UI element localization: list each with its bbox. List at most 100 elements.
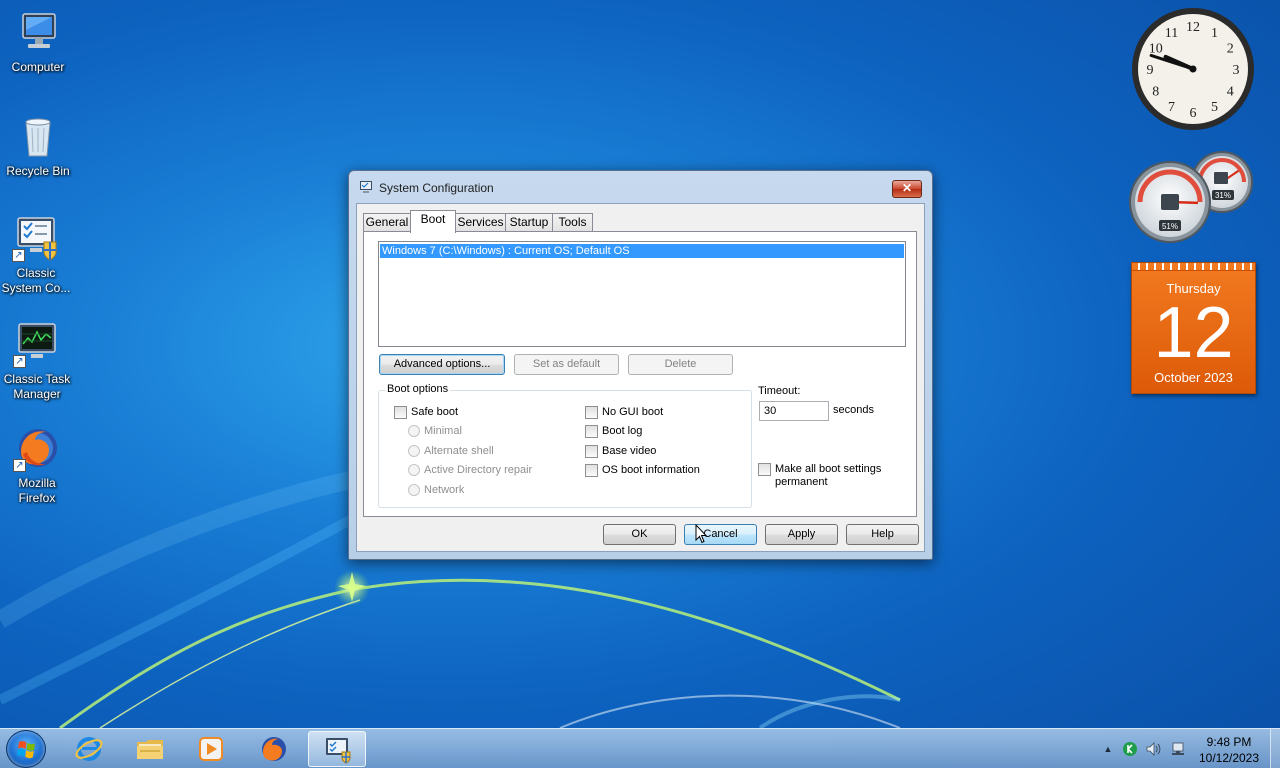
radio-dot: [408, 425, 420, 437]
taskbar-time: 9:48 PM: [1206, 735, 1252, 749]
tab-startup[interactable]: Startup: [505, 213, 553, 232]
tab-tools[interactable]: Tools: [552, 213, 593, 232]
boot-os-list[interactable]: Windows 7 (C:\Windows) : Current OS; Def…: [378, 241, 906, 347]
tab-services[interactable]: Services: [455, 213, 506, 232]
kaspersky-tray-icon[interactable]: [1122, 741, 1138, 757]
network-icon[interactable]: [1170, 741, 1186, 757]
cpu-percent-label: 51%: [1162, 222, 1178, 231]
volume-icon[interactable]: [1145, 741, 1161, 757]
desktop-icon-recycle-bin[interactable]: Recycle Bin: [0, 112, 76, 179]
dialog-titlebar[interactable]: System Configuration ✕: [349, 171, 932, 203]
desktop-icon-computer[interactable]: Computer: [0, 8, 76, 75]
tab-general[interactable]: General: [363, 213, 411, 232]
delete-button[interactable]: Delete: [628, 354, 733, 375]
firefox-icon: ↗: [13, 424, 61, 472]
help-button[interactable]: Help: [846, 524, 919, 545]
taskbar-system-configuration[interactable]: [308, 731, 366, 767]
desktop-icon-label: Classic Task Manager: [3, 372, 71, 401]
folder-icon: [137, 740, 163, 759]
timeout-label: Timeout:: [758, 385, 801, 397]
no-gui-boot-checkbox[interactable]: No GUI boot: [585, 406, 663, 419]
clock-numeral: 8: [1152, 85, 1159, 100]
network-radio[interactable]: Network: [408, 484, 464, 497]
memory-chip-icon: [1214, 172, 1228, 184]
clock-numeral: 2: [1227, 42, 1234, 57]
checkbox-box: [585, 425, 598, 438]
task-manager-icon: ↗: [13, 320, 61, 368]
ad-repair-radio[interactable]: Active Directory repair: [408, 464, 532, 477]
apply-button[interactable]: Apply: [765, 524, 838, 545]
calendar-month-year: October 2023: [1154, 370, 1233, 385]
radio-dot: [408, 464, 420, 476]
clock-numeral: 11: [1165, 26, 1178, 41]
dialog-client-area: General Boot Services Startup Tools Wind…: [356, 203, 925, 552]
boot-options-group: Boot options Safe boot Minimal Alternate…: [378, 383, 752, 508]
os-boot-information-checkbox[interactable]: OS boot information: [585, 464, 700, 477]
checkbox-box: [758, 463, 771, 476]
computer-icon: [14, 8, 62, 56]
boot-tab-panel: Windows 7 (C:\Windows) : Current OS; Def…: [363, 231, 917, 517]
taskbar-internet-explorer[interactable]: [60, 731, 118, 767]
desktop-icon-label: Classic System Co...: [1, 266, 71, 295]
radio-dot: [408, 484, 420, 496]
clock-numeral: 4: [1227, 85, 1234, 100]
desktop-icon-label: Computer: [11, 60, 65, 74]
close-button[interactable]: ✕: [892, 180, 922, 198]
system-config-title-icon: [360, 181, 372, 193]
checkbox-box: [585, 445, 598, 458]
boot-log-checkbox[interactable]: Boot log: [585, 425, 642, 438]
tab-boot[interactable]: Boot: [410, 210, 456, 233]
taskbar-clock[interactable]: 9:48 PM 10/12/2023: [1192, 734, 1266, 766]
safe-boot-checkbox[interactable]: Safe boot: [394, 406, 458, 419]
recycle-bin-icon: [14, 112, 62, 160]
desktop-icon-mozilla-firefox[interactable]: ↗ Mozilla Firefox: [0, 424, 75, 506]
shortcut-arrow-icon: ↗: [13, 459, 26, 472]
cpu-meter-gadget[interactable]: 31% 51%: [1128, 148, 1258, 244]
close-icon: ✕: [901, 181, 913, 195]
base-video-checkbox[interactable]: Base video: [585, 445, 656, 458]
taskbar-media-player[interactable]: [182, 731, 240, 767]
make-permanent-checkbox[interactable]: Make all boot settings permanent: [758, 463, 908, 489]
timeout-input[interactable]: 30: [759, 401, 829, 421]
taskbar: ▲ 9:48 PM 10/12/2023: [0, 728, 1280, 768]
clock-numeral: 6: [1190, 106, 1197, 121]
calendar-gadget[interactable]: Thursday 12 October 2023: [1131, 262, 1256, 394]
boot-options-label: Boot options: [385, 383, 451, 395]
shortcut-arrow-icon: ↗: [13, 355, 26, 368]
taskbar-date: 10/12/2023: [1198, 751, 1260, 765]
system-config-icon: [326, 738, 351, 764]
os-list-item[interactable]: Windows 7 (C:\Windows) : Current OS; Def…: [380, 244, 904, 258]
system-configuration-dialog[interactable]: System Configuration ✕ General Boot Serv…: [348, 170, 933, 560]
desktop-icon-classic-task-manager[interactable]: ↗ Classic Task Manager: [0, 320, 75, 402]
clock-numeral: 12: [1186, 20, 1200, 35]
advanced-options-button[interactable]: Advanced options...: [379, 354, 505, 375]
checkbox-box: [394, 406, 407, 419]
minimal-radio[interactable]: Minimal: [408, 425, 462, 438]
clock-gadget[interactable]: 12 1234567891011: [1130, 6, 1256, 132]
shortcut-arrow-icon: ↗: [12, 249, 25, 262]
ok-button[interactable]: OK: [603, 524, 676, 545]
clock-numeral: 5: [1211, 100, 1218, 115]
show-hidden-icons-arrow[interactable]: ▲: [1100, 741, 1116, 757]
clock-numeral: 9: [1147, 63, 1154, 78]
clock-numeral: 1: [1211, 26, 1218, 41]
dialog-title: System Configuration: [379, 181, 494, 195]
checkbox-box: [585, 464, 598, 477]
clock-center: [1189, 65, 1197, 73]
timeout-unit-label: seconds: [833, 404, 874, 416]
show-desktop-button[interactable]: [1270, 729, 1280, 768]
windows-logo-icon: [16, 741, 35, 759]
radio-dot: [408, 445, 420, 457]
firefox-icon: [262, 737, 286, 761]
system-config-icon: ↗: [12, 214, 60, 262]
media-player-icon: [199, 737, 223, 761]
taskbar-windows-explorer[interactable]: [121, 731, 179, 767]
calendar-rings: [1132, 263, 1255, 271]
calendar-day-number: 12: [1153, 293, 1234, 373]
start-button[interactable]: [6, 730, 46, 768]
cpu-chip-icon: [1161, 194, 1179, 210]
set-as-default-button[interactable]: Set as default: [514, 354, 619, 375]
alternate-shell-radio[interactable]: Alternate shell: [408, 445, 494, 458]
desktop-icon-classic-system-config[interactable]: ↗ Classic System Co...: [0, 214, 74, 296]
taskbar-firefox[interactable]: [245, 731, 303, 767]
